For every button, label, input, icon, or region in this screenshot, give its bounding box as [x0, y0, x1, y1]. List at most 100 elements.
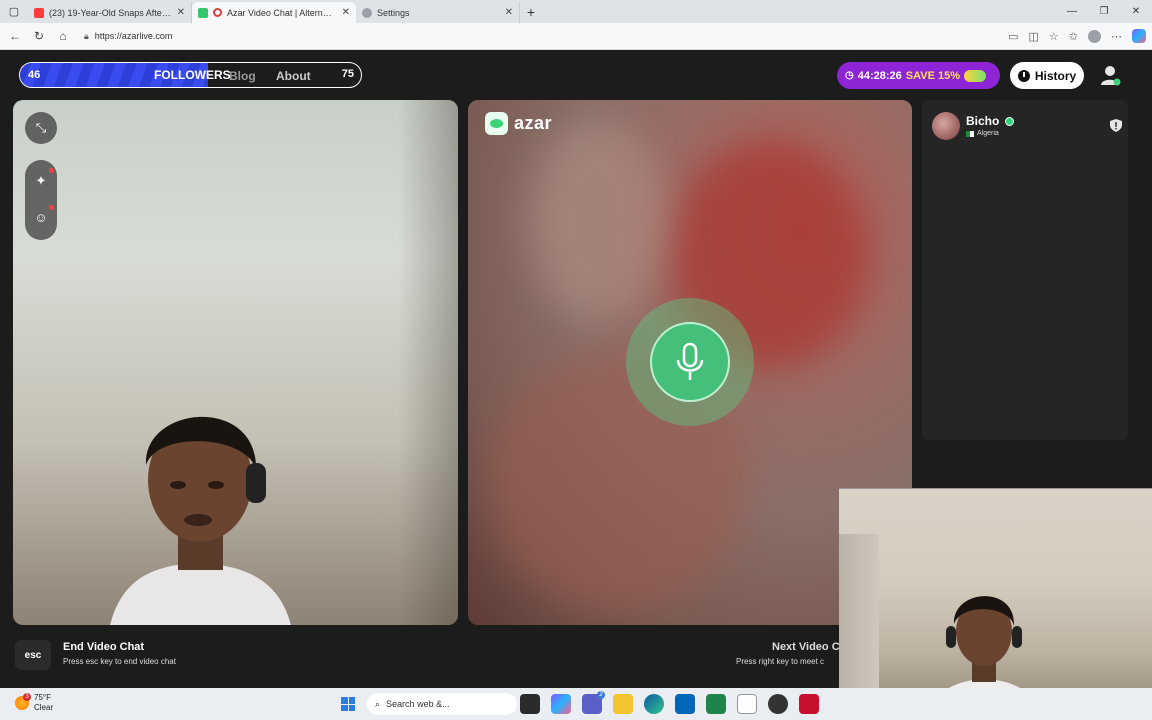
next-chat-title[interactable]: Next Video C [772, 641, 840, 653]
close-tab-icon[interactable]: ✕ [342, 7, 350, 18]
shrink-icon: ⤡ [35, 120, 47, 135]
gems-icon [964, 69, 986, 82]
start-button[interactable] [341, 697, 355, 711]
minimize-video-button[interactable]: ⤡ [25, 112, 57, 144]
mcafee-icon[interactable] [799, 694, 819, 714]
self-video: ⤡ ✦ ☺ [13, 100, 458, 625]
url-text: https://azarlive.com [94, 31, 173, 41]
new-badge-dot [49, 168, 54, 173]
peer-avatar[interactable] [932, 112, 960, 140]
report-shield-icon[interactable] [1110, 119, 1122, 132]
minimize-icon[interactable]: — [1056, 6, 1088, 17]
more-menu-icon[interactable]: ⋯ [1111, 30, 1122, 43]
copilot-icon[interactable] [1132, 29, 1146, 43]
home-icon[interactable]: ⌂ [54, 29, 72, 43]
nav-about-link[interactable]: About [276, 69, 311, 83]
weather-widget[interactable]: 3 75°F Clear [15, 693, 53, 713]
history-clock-icon [1017, 69, 1030, 82]
followers-goal-bar: 46 Blog FOLLOWERS About 75 [19, 62, 362, 88]
tab-azar[interactable]: Azar Video Chat | Alternativ ✕ [192, 2, 356, 23]
notepad-icon[interactable] [737, 694, 757, 714]
self-person-figure [110, 416, 291, 625]
end-chat-title[interactable]: End Video Chat [63, 641, 144, 653]
recording-icon [213, 8, 222, 17]
tab-title: Azar Video Chat | Alternativ [227, 7, 337, 18]
taskbar-apps: 2 [520, 691, 819, 714]
copilot-app-icon[interactable] [551, 694, 571, 714]
history-button[interactable]: History [1010, 62, 1084, 89]
weather-sun-icon: 3 [15, 693, 31, 710]
tab-title: (23) 19-Year-Old Snaps After Boyf [49, 7, 172, 18]
promo-timer-button[interactable]: ◷ 44:28:26 SAVE 15% [837, 62, 1000, 89]
window-controls: — ❐ ✕ [1056, 6, 1152, 17]
sparkle-effects-icon[interactable]: ✦ [25, 173, 57, 189]
esc-key-button[interactable]: esc [15, 640, 51, 670]
address-bar: ← ↻ ⌂ 🔒︎ https://azarlive.com ▭ ◫ ☆ ✩ ⋯ [0, 23, 1152, 50]
lock-icon: 🔒︎ [84, 30, 89, 41]
close-tab-icon[interactable]: ✕ [505, 7, 513, 18]
new-badge-dot [49, 205, 54, 210]
gear-icon [362, 7, 372, 18]
face-filter-icon[interactable]: ☺ [25, 210, 57, 225]
browser-toolbar: ▭ ◫ ☆ ✩ ⋯ [1008, 29, 1146, 43]
peer-name: Bicho [966, 114, 1000, 128]
taskbar-search[interactable]: ⌕ Search web &... [367, 693, 517, 715]
refresh-icon[interactable]: ↻ [30, 29, 48, 43]
camera-permission-icon[interactable]: ▭ [1008, 30, 1018, 43]
microphone-icon [676, 342, 704, 380]
file-explorer-icon[interactable] [613, 694, 633, 714]
edge-icon[interactable] [644, 694, 664, 714]
mic-halo [626, 298, 754, 426]
wall-shadow [398, 100, 458, 625]
blur-region [528, 120, 668, 320]
peer-country: Algeria [966, 130, 999, 137]
teams-badge: 2 [597, 691, 605, 699]
favorite-star-icon[interactable]: ☆ [1049, 30, 1059, 43]
temperature: 75°F [34, 693, 51, 702]
profile-avatar[interactable] [1088, 29, 1101, 43]
obs-icon[interactable] [768, 694, 788, 714]
clock-icon: ◷ [845, 70, 854, 81]
store-icon[interactable] [675, 694, 695, 714]
weather-condition: Clear [34, 703, 54, 712]
history-label: History [1034, 68, 1077, 83]
tab-youtube[interactable]: (23) 19-Year-Old Snaps After Boyf ✕ [28, 2, 192, 23]
azar-favicon-icon [198, 7, 208, 18]
flag-icon [966, 130, 974, 137]
streamer-webcam-overlay [839, 488, 1152, 720]
task-view-icon[interactable] [520, 694, 540, 714]
effects-toolbar: ✦ ☺ [25, 160, 57, 240]
promo-save: SAVE 15% [905, 69, 960, 82]
promo-timer: 44:28:26 [857, 69, 902, 82]
close-window-icon[interactable]: ✕ [1120, 6, 1152, 17]
followers-current-count: 46 [28, 69, 41, 81]
favorites-icon[interactable]: ✩ [1069, 30, 1078, 43]
close-tab-icon[interactable]: ✕ [177, 7, 185, 18]
account-icon[interactable] [1099, 64, 1121, 86]
teams-icon[interactable]: 2 [582, 691, 605, 714]
windows-taskbar: 3 75°F Clear ⌕ Search web &... 2 [0, 688, 1152, 720]
new-tab-button[interactable]: + [520, 4, 542, 20]
back-arrow-icon[interactable]: ← [6, 29, 24, 43]
nav-blog-link[interactable]: Blog [229, 69, 256, 83]
microphone-button[interactable] [650, 322, 730, 402]
verified-badge-icon [1005, 117, 1014, 126]
tab-settings[interactable]: Settings ✕ [356, 2, 520, 23]
search-icon: ⌕ [375, 698, 381, 709]
tab-actions-icon[interactable]: ▢ [0, 0, 28, 23]
peer-info-panel: Bicho Algeria [922, 100, 1128, 440]
next-chat-hint: Press right key to meet c [736, 657, 825, 666]
azar-wordmark: azar [514, 113, 553, 133]
split-screen-icon[interactable]: ◫ [1029, 30, 1039, 43]
followers-label: FOLLOWERS [154, 68, 231, 82]
browser-tab-bar: ▢ (23) 19-Year-Old Snaps After Boyf ✕ Az… [0, 0, 1152, 23]
end-chat-hint: Press esc key to end video chat [63, 657, 176, 666]
peer-country-label: Algeria [977, 130, 999, 137]
url-field[interactable]: 🔒︎ https://azarlive.com [78, 27, 1002, 46]
peer-profile[interactable]: Bicho Algeria [932, 112, 1122, 142]
search-placeholder: Search web &... [386, 699, 450, 709]
xbox-icon[interactable] [706, 694, 726, 714]
followers-goal-count: 75 [341, 68, 354, 80]
azar-logo-icon [485, 112, 508, 135]
restore-icon[interactable]: ❐ [1088, 6, 1120, 17]
